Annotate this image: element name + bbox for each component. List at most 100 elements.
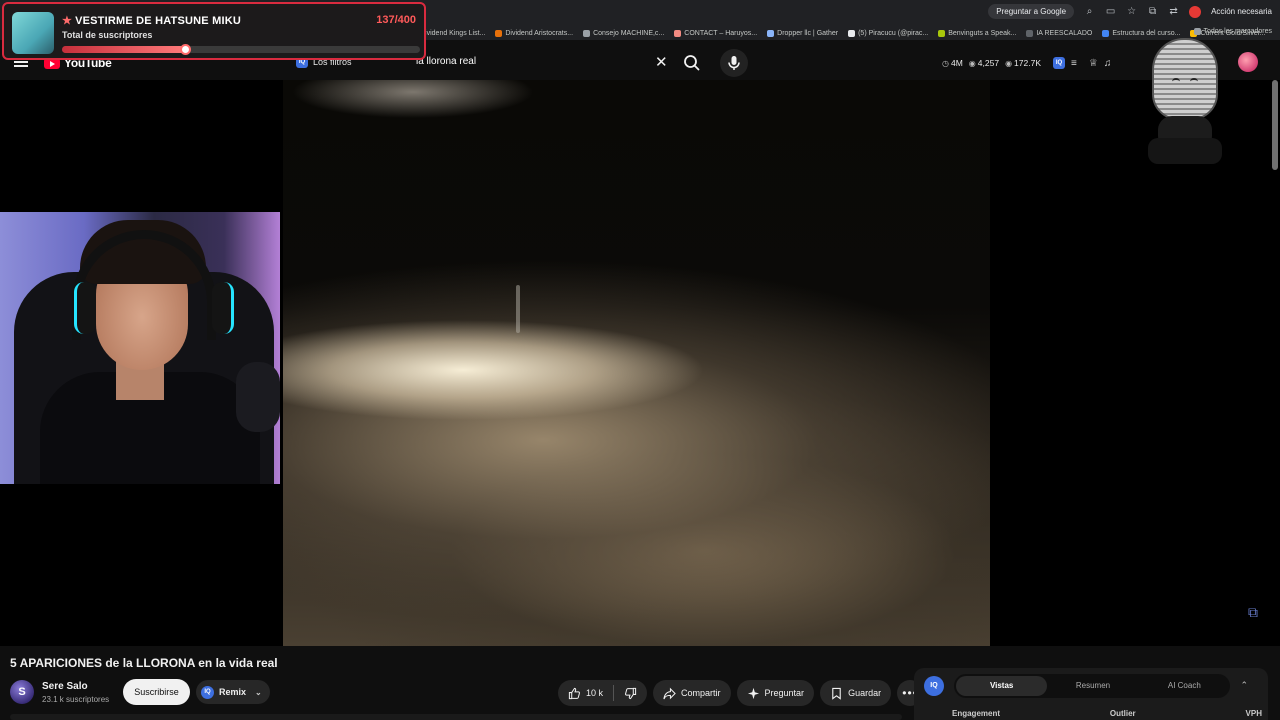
video-title: 5 APARICIONES de la LLORONA en la vida r…	[10, 656, 278, 670]
browser-toolbar-right: Preguntar a Google ⌕ ▭ ☆ ⧉ ⇄ Acción nece…	[988, 4, 1272, 19]
analytics-panel: IQ Vistas Resumen AI Coach ⌃ Engagement …	[914, 668, 1268, 720]
subscriber-stat: ◷ 4M	[942, 58, 963, 68]
mascot-legs	[1148, 138, 1222, 164]
channel-avatar[interactable]: S	[10, 680, 34, 704]
total-views-stat: ◉ 172.7K	[1005, 58, 1041, 68]
voice-search-button[interactable]	[720, 49, 748, 77]
folder-icon	[1193, 28, 1201, 35]
thumbs-up-icon	[568, 687, 580, 699]
bookmark-item[interactable]: Dropper llc | Gather	[767, 29, 838, 37]
subscribe-button[interactable]: Suscribirse	[123, 679, 190, 705]
x-logo-icon	[848, 29, 856, 37]
iq-panel-icon[interactable]: IQ	[924, 676, 944, 696]
bookmark-item[interactable]: Benvinguts a Speak...	[938, 29, 1016, 37]
share-button[interactable]: Compartir	[653, 680, 731, 706]
headphone-right	[212, 282, 234, 334]
tab-vistas[interactable]: Vistas	[956, 676, 1048, 696]
goal-title: ★ VESTIRME DE HATSUNE MIKU	[62, 15, 242, 27]
extensions-icon[interactable]: ⧉	[1147, 6, 1158, 17]
bookmark-star-icon[interactable]: ☆	[1126, 6, 1137, 17]
video-actions: 10 k Compartir Preguntar Guardar •••	[558, 680, 924, 706]
panel-columns: Engagement Outlier VPH	[952, 709, 1262, 718]
mascot-eyes	[1170, 78, 1200, 86]
bookmark-item[interactable]: Dividend Aristocrats...	[495, 29, 573, 37]
streamer-webcam	[0, 212, 280, 484]
thumbs-down-icon	[625, 687, 637, 699]
bookmark-favicon-icon	[583, 29, 591, 37]
tab-resumen[interactable]: Resumen	[1047, 676, 1138, 696]
channel-name[interactable]: Sere Salo	[42, 681, 88, 692]
goal-progress-knob	[179, 44, 191, 55]
bookmark-favicon-icon	[938, 29, 946, 37]
bookmark-item[interactable]: (5) Piracucu (@pirac...	[848, 29, 928, 37]
action-needed-label[interactable]: Acción necesaria	[1211, 7, 1272, 16]
trophy-icon[interactable]: ♕	[1089, 58, 1098, 69]
bookmark-favicon-icon	[1102, 29, 1110, 37]
goal-thumbnail	[12, 12, 54, 54]
page-scrollbar[interactable]	[1272, 80, 1278, 170]
bookmark-item[interactable]: IA REESCALADO	[1026, 29, 1092, 37]
bookmark-item[interactable]: CONTACT – Haruyos...	[674, 29, 757, 37]
remix-label: Remix	[219, 687, 247, 697]
iq-extension-icon[interactable]: IQ	[1053, 57, 1065, 69]
search-icon	[684, 55, 700, 71]
ask-button[interactable]: Preguntar	[736, 680, 815, 706]
search-input[interactable]: la llorona real	[416, 56, 476, 67]
profile-sync-icon[interactable]: ⇄	[1168, 6, 1179, 17]
headphone-left	[74, 282, 96, 334]
star-icon: ★	[62, 15, 73, 27]
views-stat: ◉ 4,257	[968, 58, 1000, 68]
bookmark-favicon-icon	[674, 29, 682, 37]
like-dislike-group: 10 k	[558, 680, 648, 706]
like-button[interactable]: 10 k	[558, 680, 613, 706]
video-figure	[516, 285, 520, 333]
panel-tabs: Vistas Resumen AI Coach	[954, 674, 1230, 698]
eye-icon: ◉	[968, 58, 976, 68]
widget-icon[interactable]: ⧉	[1240, 604, 1266, 628]
like-count: 10 k	[586, 688, 604, 698]
microphone-icon	[728, 56, 740, 70]
list-icon[interactable]: ≡	[1071, 58, 1077, 69]
column-vph: VPH	[1245, 709, 1262, 718]
goal-progress-fill	[62, 46, 185, 53]
iq-icon: IQ	[201, 685, 214, 699]
dislike-button[interactable]	[614, 680, 647, 706]
bookmark-item[interactable]: Consejo MACHINE,c...	[583, 29, 664, 37]
tab-ai-coach[interactable]: AI Coach	[1139, 676, 1230, 696]
channel-subscribers: 23.1 k suscriptores	[42, 695, 110, 704]
save-label: Guardar	[848, 688, 882, 698]
column-outlier: Outlier	[1109, 709, 1136, 718]
sparkle-icon	[747, 687, 759, 699]
ask-google-button[interactable]: Preguntar a Google	[988, 4, 1075, 19]
share-icon	[663, 687, 676, 699]
chevron-down-icon: ⌄	[255, 687, 262, 697]
cast-icon[interactable]: ▭	[1105, 6, 1116, 17]
notifications-icon[interactable]: ♫	[1104, 58, 1112, 69]
goal-count: 137/400	[376, 14, 416, 26]
goal-progress-bar	[62, 44, 420, 55]
description-box-edge	[10, 714, 902, 720]
chevron-up-icon[interactable]: ⌃	[1240, 680, 1248, 691]
user-avatar[interactable]	[1238, 52, 1258, 72]
save-button[interactable]: Guardar	[820, 680, 892, 706]
bookmark-icon	[832, 687, 841, 700]
bookmark-favicon-icon	[1026, 29, 1034, 37]
bookmark-item[interactable]: Estructura del curso...	[1102, 29, 1180, 37]
eye-icon: ◉	[1005, 58, 1013, 68]
all-bookmarks-folder[interactable]: Todos los marcadores	[1193, 28, 1272, 35]
ask-label: Preguntar	[764, 688, 805, 698]
clock-icon: ◷	[942, 58, 949, 68]
zoom-icon[interactable]: ⌕	[1084, 6, 1095, 17]
column-engagement: Engagement	[952, 709, 1001, 718]
streaming-microphone	[236, 362, 280, 432]
browser-profile-avatar[interactable]	[1189, 5, 1202, 18]
search-button[interactable]	[678, 49, 706, 77]
video-frame[interactable]	[283, 80, 990, 646]
clear-search-icon[interactable]: ✕	[655, 53, 668, 71]
microphone-mascot-overlay	[1140, 38, 1226, 166]
bookmark-favicon-icon	[495, 29, 503, 37]
subscriber-goal-alert: ★ VESTIRME DE HATSUNE MIKU 137/400 Total …	[2, 2, 426, 60]
remix-button[interactable]: IQ Remix ⌄	[196, 680, 270, 704]
share-label: Compartir	[681, 688, 721, 698]
channel-stats: ◷ 4M ◉ 4,257 ◉ 172.7K IQ ≡ ♕ ♫	[942, 57, 1111, 69]
